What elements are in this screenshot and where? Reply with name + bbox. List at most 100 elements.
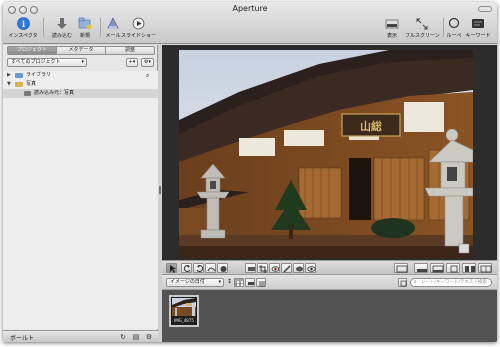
library-icon [15,73,23,78]
vault-label: ボールト [10,335,35,342]
tool-strip [162,260,497,275]
list-view-icon [259,281,265,287]
project-tree: ▶ ライブラリ ⌕ ▼ 写真 読み込み元：写真 [3,71,158,329]
filmstrip-icon [248,282,254,285]
chevron-down-icon: ▾ [218,279,221,285]
search-placeholder: レート/キーワード/テキスト検索 [421,280,487,285]
stamp-button[interactable] [217,263,228,273]
straighten-button[interactable] [245,263,256,273]
vault-list-icon[interactable]: ▤ [131,333,141,341]
view-button[interactable]: 表示 [382,16,402,39]
browser-pane: IMG_4875 [162,290,497,342]
gear-icon[interactable]: ⚙ [144,333,154,341]
viewer-mode-button[interactable] [394,263,408,273]
disclosure-collapsed-icon[interactable]: ▶ [7,71,11,80]
spot-patch-button[interactable] [281,263,292,273]
dual-view-button[interactable] [462,263,476,273]
browser-only-button[interactable] [414,263,428,273]
filmstrip-view-button[interactable] [245,278,255,287]
viewer: 山総 [162,45,497,260]
tree-item-label: 読み込み元：写真 [34,90,75,96]
keyword-hud-icon [472,19,484,28]
tree-item-photos[interactable]: ▼ 写真 [3,80,158,89]
project-action-button[interactable]: ⚙▾ [141,58,154,67]
viewer-photo[interactable]: 山総 [179,50,473,258]
svg-text:山総: 山総 [360,119,382,133]
selection-tool-button[interactable] [166,263,177,273]
tab-projects[interactable]: プロジェクト [7,46,57,55]
mail-icon [107,17,119,29]
rotate-right-button[interactable] [193,263,204,273]
slideshow-button[interactable]: スライドショー [121,16,157,39]
search-icon: ⌕ [414,280,417,285]
mail-button[interactable]: メール [104,16,122,39]
toolbar-toggle-button[interactable] [478,6,492,12]
sort-value: イメージの日付 [170,279,205,285]
inspector-panel: プロジェクト メタデータ 調整 すべてのプロジェクト ▾ +▾ ⚙▾ ▶ ライブ… [3,45,158,342]
grid-icon [480,265,492,273]
loupe-button[interactable]: ルーペ [446,16,462,39]
thumbnail-name: IMG_4875 [174,318,194,323]
lift-stamp-button[interactable] [205,263,216,273]
info-icon: i [16,17,30,30]
refresh-vault-icon[interactable]: ↻ [118,333,128,341]
inspector-label: インスペクタ [8,33,38,39]
filter-hud-button[interactable] [398,278,407,287]
sort-select[interactable]: イメージの日付 ▾ [166,278,224,287]
sort-direction-icon[interactable]: ↕ [227,278,232,285]
album-icon [24,91,31,96]
tree-item-label: 写真 [26,81,37,87]
eye-icon [307,266,316,272]
mail-label: メール [105,33,121,39]
crop-button[interactable] [257,263,268,273]
pointer-icon [170,265,176,273]
ellipse-icon [296,266,303,272]
loupe-icon [448,17,460,29]
split-view-icon [432,265,444,273]
fit-button[interactable] [478,263,492,273]
disclosure-expanded-icon[interactable]: ▼ [7,80,11,89]
dual-view-icon [465,266,475,272]
temple-photo-image: 山総 [179,50,473,258]
play-icon [132,17,144,30]
tab-adjustments[interactable]: 調整 [106,46,155,55]
import-icon [57,17,67,29]
lift-icon [207,267,216,272]
slideshow-label: スライドショー [121,33,157,39]
straighten-icon [248,267,255,271]
rotate-left-button[interactable] [181,263,192,273]
browser-bar: イメージの日付 ▾ ↕ ⌕ レート/キーワード/テキスト検索 [162,275,497,290]
viewer-only-button[interactable] [446,263,460,273]
fullscreen-arrows-icon [416,18,428,29]
brush-icon [283,265,291,273]
tree-item-import-from-photos[interactable]: 読み込み元：写真 [3,89,158,98]
add-item-button[interactable]: +▾ [126,58,138,67]
grid-view-button[interactable] [234,278,244,287]
keywords-button[interactable]: キーワード [464,16,492,39]
new-button[interactable]: 新規 [75,16,95,39]
list-view-button[interactable] [256,278,266,287]
search-input[interactable]: ⌕ レート/キーワード/テキスト検索 [410,278,492,287]
keywords-label: キーワード [465,33,491,39]
inspector-button[interactable]: i インスペクタ [8,16,38,39]
tree-item-library[interactable]: ▶ ライブラリ ⌕ [3,71,158,80]
retouch-button[interactable] [293,263,304,273]
thumbnail[interactable]: IMG_4875 [169,295,199,327]
rotate-right-icon [196,265,204,273]
strip-icon [417,269,427,272]
tab-metadata[interactable]: メタデータ [57,46,106,55]
view-layout-icon [385,19,399,28]
project-filter-select[interactable]: すべてのプロジェクト ▾ [7,58,87,67]
preview-button[interactable] [305,263,316,273]
new-project-icon [78,17,92,30]
search-icon[interactable]: ⌕ [146,71,149,80]
single-view-icon [450,265,458,273]
window-title: Aperture [232,4,268,13]
red-eye-button[interactable] [269,263,280,273]
split-view-button[interactable] [430,263,444,273]
rotate-left-icon [183,265,191,273]
import-button[interactable]: 読み込む [49,16,75,39]
aperture-window: Aperture i インスペクタ 読み込む 新規 メール スライドショー 表示 [3,2,497,342]
fullscreen-button[interactable]: フルスクリーン [405,16,440,39]
crop-icon [259,265,267,273]
